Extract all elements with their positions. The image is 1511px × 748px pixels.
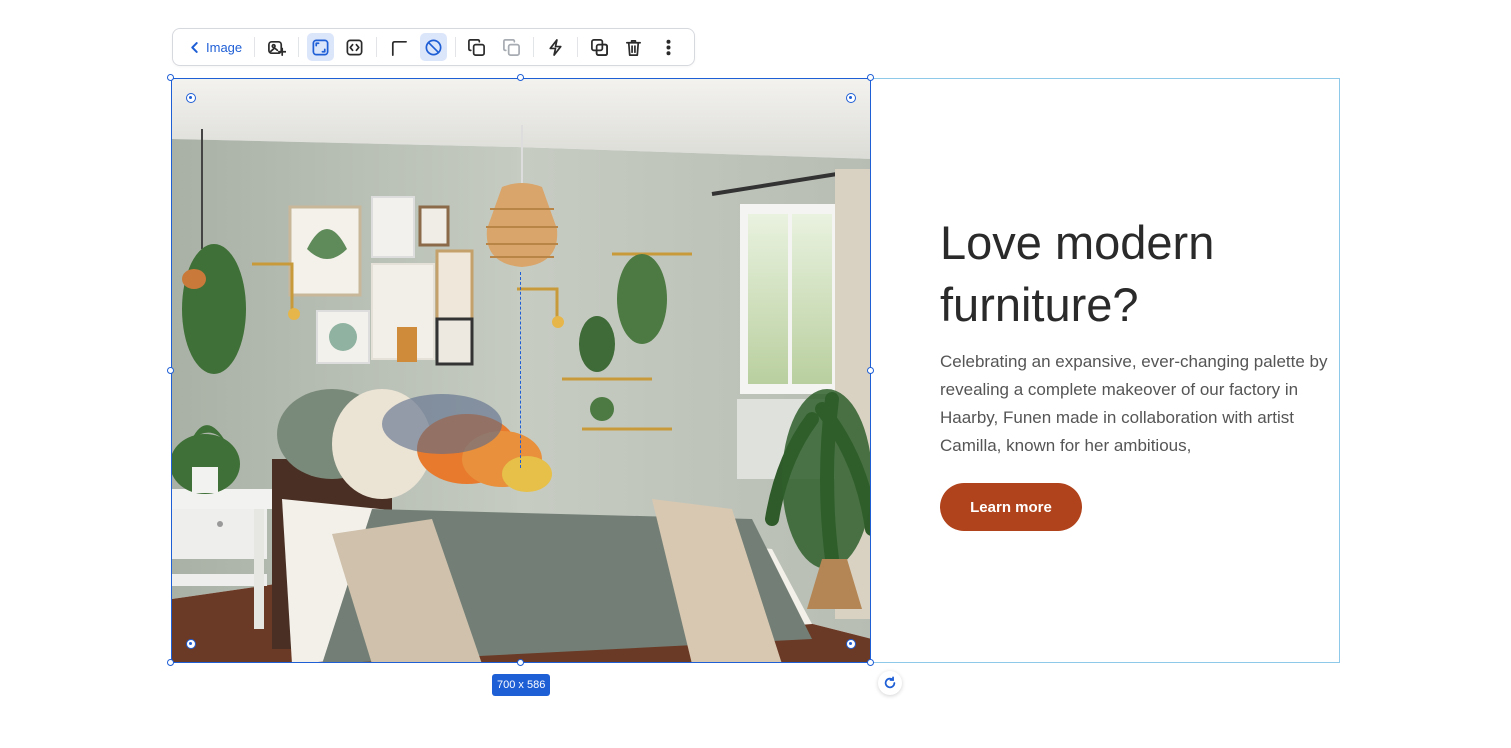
toolbar-divider bbox=[254, 37, 256, 57]
corner-radius-button[interactable] bbox=[385, 33, 412, 61]
fill-icon bbox=[312, 39, 329, 55]
corner-radius-handle-top-left[interactable] bbox=[186, 93, 196, 103]
selected-image[interactable] bbox=[171, 78, 871, 663]
more-vertical-icon bbox=[666, 39, 671, 55]
duplicate-button[interactable] bbox=[464, 33, 491, 61]
copy-style-icon bbox=[503, 38, 521, 56]
trash-icon bbox=[626, 39, 642, 56]
section-headline: Love modern furniture? bbox=[940, 212, 1320, 336]
size-badge: 700 x 586 bbox=[492, 674, 551, 696]
corner-radius-handle-bottom-right[interactable] bbox=[846, 639, 856, 649]
resize-handle-top-right[interactable] bbox=[867, 74, 874, 81]
delete-button[interactable] bbox=[620, 33, 647, 61]
back-label: Image bbox=[206, 39, 243, 55]
replace-image-button[interactable] bbox=[263, 33, 290, 61]
section-body-text: Celebrating an expansive, ever-changing … bbox=[940, 352, 1328, 455]
resize-handle-top-left[interactable] bbox=[167, 74, 174, 81]
corner-radius-handle-top-right[interactable] bbox=[846, 93, 856, 103]
resize-handle-bottom-right[interactable] bbox=[867, 659, 874, 666]
bedroom-photo bbox=[172, 79, 870, 662]
interaction-button[interactable] bbox=[542, 33, 569, 61]
resize-handle-right[interactable] bbox=[867, 367, 874, 374]
toolbar-divider bbox=[533, 37, 535, 57]
fill-mode-button[interactable] bbox=[306, 33, 334, 61]
lightning-icon bbox=[549, 38, 562, 56]
rotate-button[interactable] bbox=[878, 671, 902, 695]
fit-icon bbox=[346, 39, 363, 55]
border-none-button[interactable] bbox=[419, 33, 447, 61]
no-border-icon bbox=[425, 39, 442, 55]
resize-handle-left[interactable] bbox=[167, 367, 174, 374]
headline-line-2: furniture? bbox=[940, 278, 1139, 331]
resize-handle-bottom-left[interactable] bbox=[167, 659, 174, 666]
toolbar-divider bbox=[576, 37, 578, 57]
resize-handle-bottom[interactable] bbox=[517, 659, 524, 666]
image-replace-icon bbox=[267, 40, 286, 56]
fit-mode-button[interactable] bbox=[342, 33, 369, 61]
headline-line-1: Love modern bbox=[940, 216, 1215, 269]
toolbar-divider bbox=[376, 37, 378, 57]
image-toolbar: Image bbox=[172, 28, 695, 66]
layers-icon bbox=[590, 38, 608, 56]
chevron-left-icon bbox=[191, 41, 198, 53]
more-options-button[interactable] bbox=[655, 33, 682, 61]
learn-more-button[interactable]: Learn more bbox=[940, 483, 1082, 531]
rotate-icon bbox=[884, 676, 896, 689]
back-to-image-button[interactable]: Image bbox=[181, 33, 250, 61]
duplicate-icon bbox=[468, 38, 486, 56]
arrange-button[interactable] bbox=[586, 33, 613, 61]
resize-handle-top[interactable] bbox=[517, 74, 524, 81]
corner-radius-icon bbox=[392, 40, 408, 56]
center-guide-line bbox=[520, 272, 521, 468]
corner-radius-handle-bottom-left[interactable] bbox=[186, 639, 196, 649]
toolbar-divider bbox=[297, 37, 299, 57]
toolbar-divider bbox=[454, 37, 456, 57]
copy-style-button[interactable] bbox=[498, 33, 525, 61]
